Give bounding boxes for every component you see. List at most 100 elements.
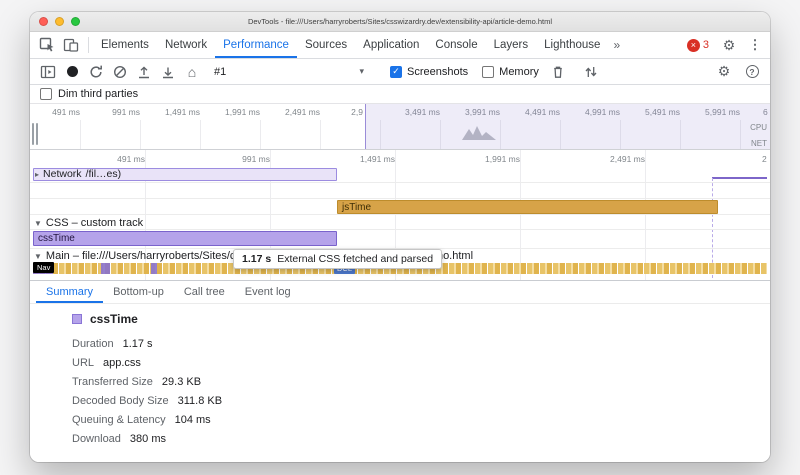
- close-window-button[interactable]: [39, 17, 48, 26]
- summary-view: cssTime Duration 1.17 s URL app.css Tran…: [30, 304, 770, 448]
- more-tabs-icon[interactable]: »: [608, 32, 625, 58]
- reload-and-record-icon[interactable]: [84, 61, 108, 83]
- error-badge[interactable]: × 3: [682, 39, 714, 52]
- main-activity-segment: [151, 263, 157, 274]
- summary-label: Duration: [72, 338, 114, 350]
- summary-row: Decoded Body Size 311.8 KB: [72, 391, 770, 410]
- kebab-menu-icon[interactable]: ⋮: [744, 34, 766, 56]
- details-tabbar: Summary Bottom-up Call tree Event log: [30, 281, 770, 304]
- network-track-name: Network: [43, 168, 82, 180]
- summary-title-row: cssTime: [72, 312, 770, 326]
- summary-value: 104 ms: [175, 414, 211, 426]
- network-request-text: /fil…es): [86, 168, 122, 180]
- csstime-event-bar[interactable]: cssTime: [33, 231, 337, 246]
- chevron-down-icon: ▾: [359, 66, 364, 77]
- memory-label: Memory: [499, 66, 539, 78]
- settings-gear-icon[interactable]: ⚙: [718, 34, 740, 56]
- capture-settings-gear-icon[interactable]: ⚙: [712, 61, 736, 83]
- expand-triangle-icon: ▼: [34, 252, 42, 261]
- save-profile-icon[interactable]: [156, 61, 180, 83]
- titlebar: DevTools - file:///Users/harryroberts/Si…: [30, 12, 770, 32]
- main-activity-segment: [101, 263, 110, 274]
- checkbox-checked-icon: ✓: [390, 66, 402, 78]
- home-icon[interactable]: ⌂: [180, 61, 204, 83]
- tab-elements[interactable]: Elements: [93, 32, 157, 58]
- tab-performance[interactable]: Performance: [215, 32, 297, 58]
- devtools-tabbar: Elements Network Performance Sources App…: [30, 32, 770, 59]
- collapse-triangle-icon: ▸: [35, 170, 39, 179]
- expand-triangle-icon: ▼: [34, 219, 42, 228]
- overview-tick: 991 ms: [84, 107, 140, 117]
- collect-garbage-icon[interactable]: [546, 61, 570, 83]
- event-color-swatch: [72, 314, 82, 324]
- summary-row: Transferred Size 29.3 KB: [72, 372, 770, 391]
- summary-value: 29.3 KB: [162, 376, 201, 388]
- summary-row: Duration 1.17 s: [72, 334, 770, 353]
- summary-row: Queuing & Latency 104 ms: [72, 410, 770, 429]
- nav-marker-badge: Nav: [33, 262, 54, 273]
- tab-console[interactable]: Console: [427, 32, 485, 58]
- css-track-header[interactable]: ▼ CSS – custom track: [34, 217, 143, 229]
- tab-bottom-up[interactable]: Bottom-up: [103, 281, 174, 303]
- error-icon: ×: [687, 39, 700, 52]
- ruler-tick: 491 ms: [85, 154, 145, 164]
- clear-icon[interactable]: [108, 61, 132, 83]
- ruler-tick: 1,491 ms: [335, 154, 395, 164]
- checkbox-unchecked-icon: [482, 66, 494, 78]
- record-icon: [67, 66, 78, 77]
- tab-summary[interactable]: Summary: [36, 281, 103, 303]
- summary-label: Transferred Size: [72, 376, 153, 388]
- timeline-ruler: 491 ms 991 ms 1,491 ms 1,991 ms 2,491 ms…: [30, 150, 770, 167]
- tab-sources[interactable]: Sources: [297, 32, 355, 58]
- network-request-segment[interactable]: [712, 177, 767, 179]
- overview-unselected-region[interactable]: [365, 104, 770, 149]
- devtools-window: DevTools - file:///Users/harryroberts/Si…: [30, 12, 770, 462]
- summary-row: URL app.css: [72, 353, 770, 372]
- network-track-row: ▸ Network /fil…es): [30, 167, 770, 183]
- summary-label: URL: [72, 357, 94, 369]
- toggle-sidebar-icon[interactable]: [36, 61, 60, 83]
- tab-event-log[interactable]: Event log: [235, 281, 301, 303]
- ruler-tick: 2: [762, 154, 770, 164]
- traffic-lights: [39, 17, 80, 26]
- jstime-event-bar[interactable]: jsTime: [337, 200, 718, 214]
- summary-value: 311.8 KB: [178, 395, 222, 407]
- record-button[interactable]: [60, 61, 84, 83]
- screenshots-checkbox[interactable]: ✓ Screenshots: [390, 66, 468, 78]
- timeline-overview[interactable]: 491 ms 991 ms 1,491 ms 1,991 ms 2,491 ms…: [30, 104, 770, 150]
- zoom-window-button[interactable]: [71, 17, 80, 26]
- csstime-label: cssTime: [38, 233, 75, 244]
- history-selected: #1: [214, 66, 226, 78]
- tab-call-tree[interactable]: Call tree: [174, 281, 235, 303]
- load-profile-icon[interactable]: [132, 61, 156, 83]
- screenshots-label: Screenshots: [407, 66, 468, 78]
- event-tooltip: 1.17 s External CSS fetched and parsed: [233, 249, 442, 269]
- sort-updown-icon[interactable]: [579, 61, 603, 83]
- tab-network[interactable]: Network: [157, 32, 215, 58]
- device-toolbar-icon[interactable]: [60, 34, 82, 56]
- overview-left-drag-handle[interactable]: [32, 123, 40, 145]
- inspect-element-icon[interactable]: [36, 34, 58, 56]
- jstime-label: jsTime: [342, 202, 371, 213]
- minimize-window-button[interactable]: [55, 17, 64, 26]
- dim-third-parties-row: Dim third parties: [30, 85, 770, 104]
- dim-third-parties-checkbox[interactable]: [40, 88, 52, 100]
- tab-layers[interactable]: Layers: [486, 32, 537, 58]
- overview-tick: 1,491 ms: [144, 107, 200, 117]
- memory-checkbox[interactable]: Memory: [482, 66, 539, 78]
- details-panel: Summary Bottom-up Call tree Event log cs…: [30, 280, 770, 462]
- tooltip-text: External CSS fetched and parsed: [277, 253, 433, 265]
- network-track-header[interactable]: ▸ Network /fil…es): [35, 168, 121, 180]
- css-track-header-row[interactable]: ▼ CSS – custom track: [30, 214, 770, 230]
- net-lane-label: NET: [751, 139, 767, 148]
- ruler-tick: 991 ms: [210, 154, 270, 164]
- performance-toolbar: ⌂ #1 ▾ ✓ Screenshots Memory ⚙ ?: [30, 59, 770, 85]
- tab-lighthouse[interactable]: Lighthouse: [536, 32, 608, 58]
- summary-label: Queuing & Latency: [72, 414, 166, 426]
- history-dropdown[interactable]: #1 ▾: [210, 64, 368, 80]
- overview-tick: 2,9: [307, 107, 363, 117]
- tooltip-duration: 1.17 s: [242, 253, 271, 265]
- tab-application[interactable]: Application: [355, 32, 427, 58]
- summary-label: Download: [72, 433, 121, 445]
- help-icon[interactable]: ?: [740, 61, 764, 83]
